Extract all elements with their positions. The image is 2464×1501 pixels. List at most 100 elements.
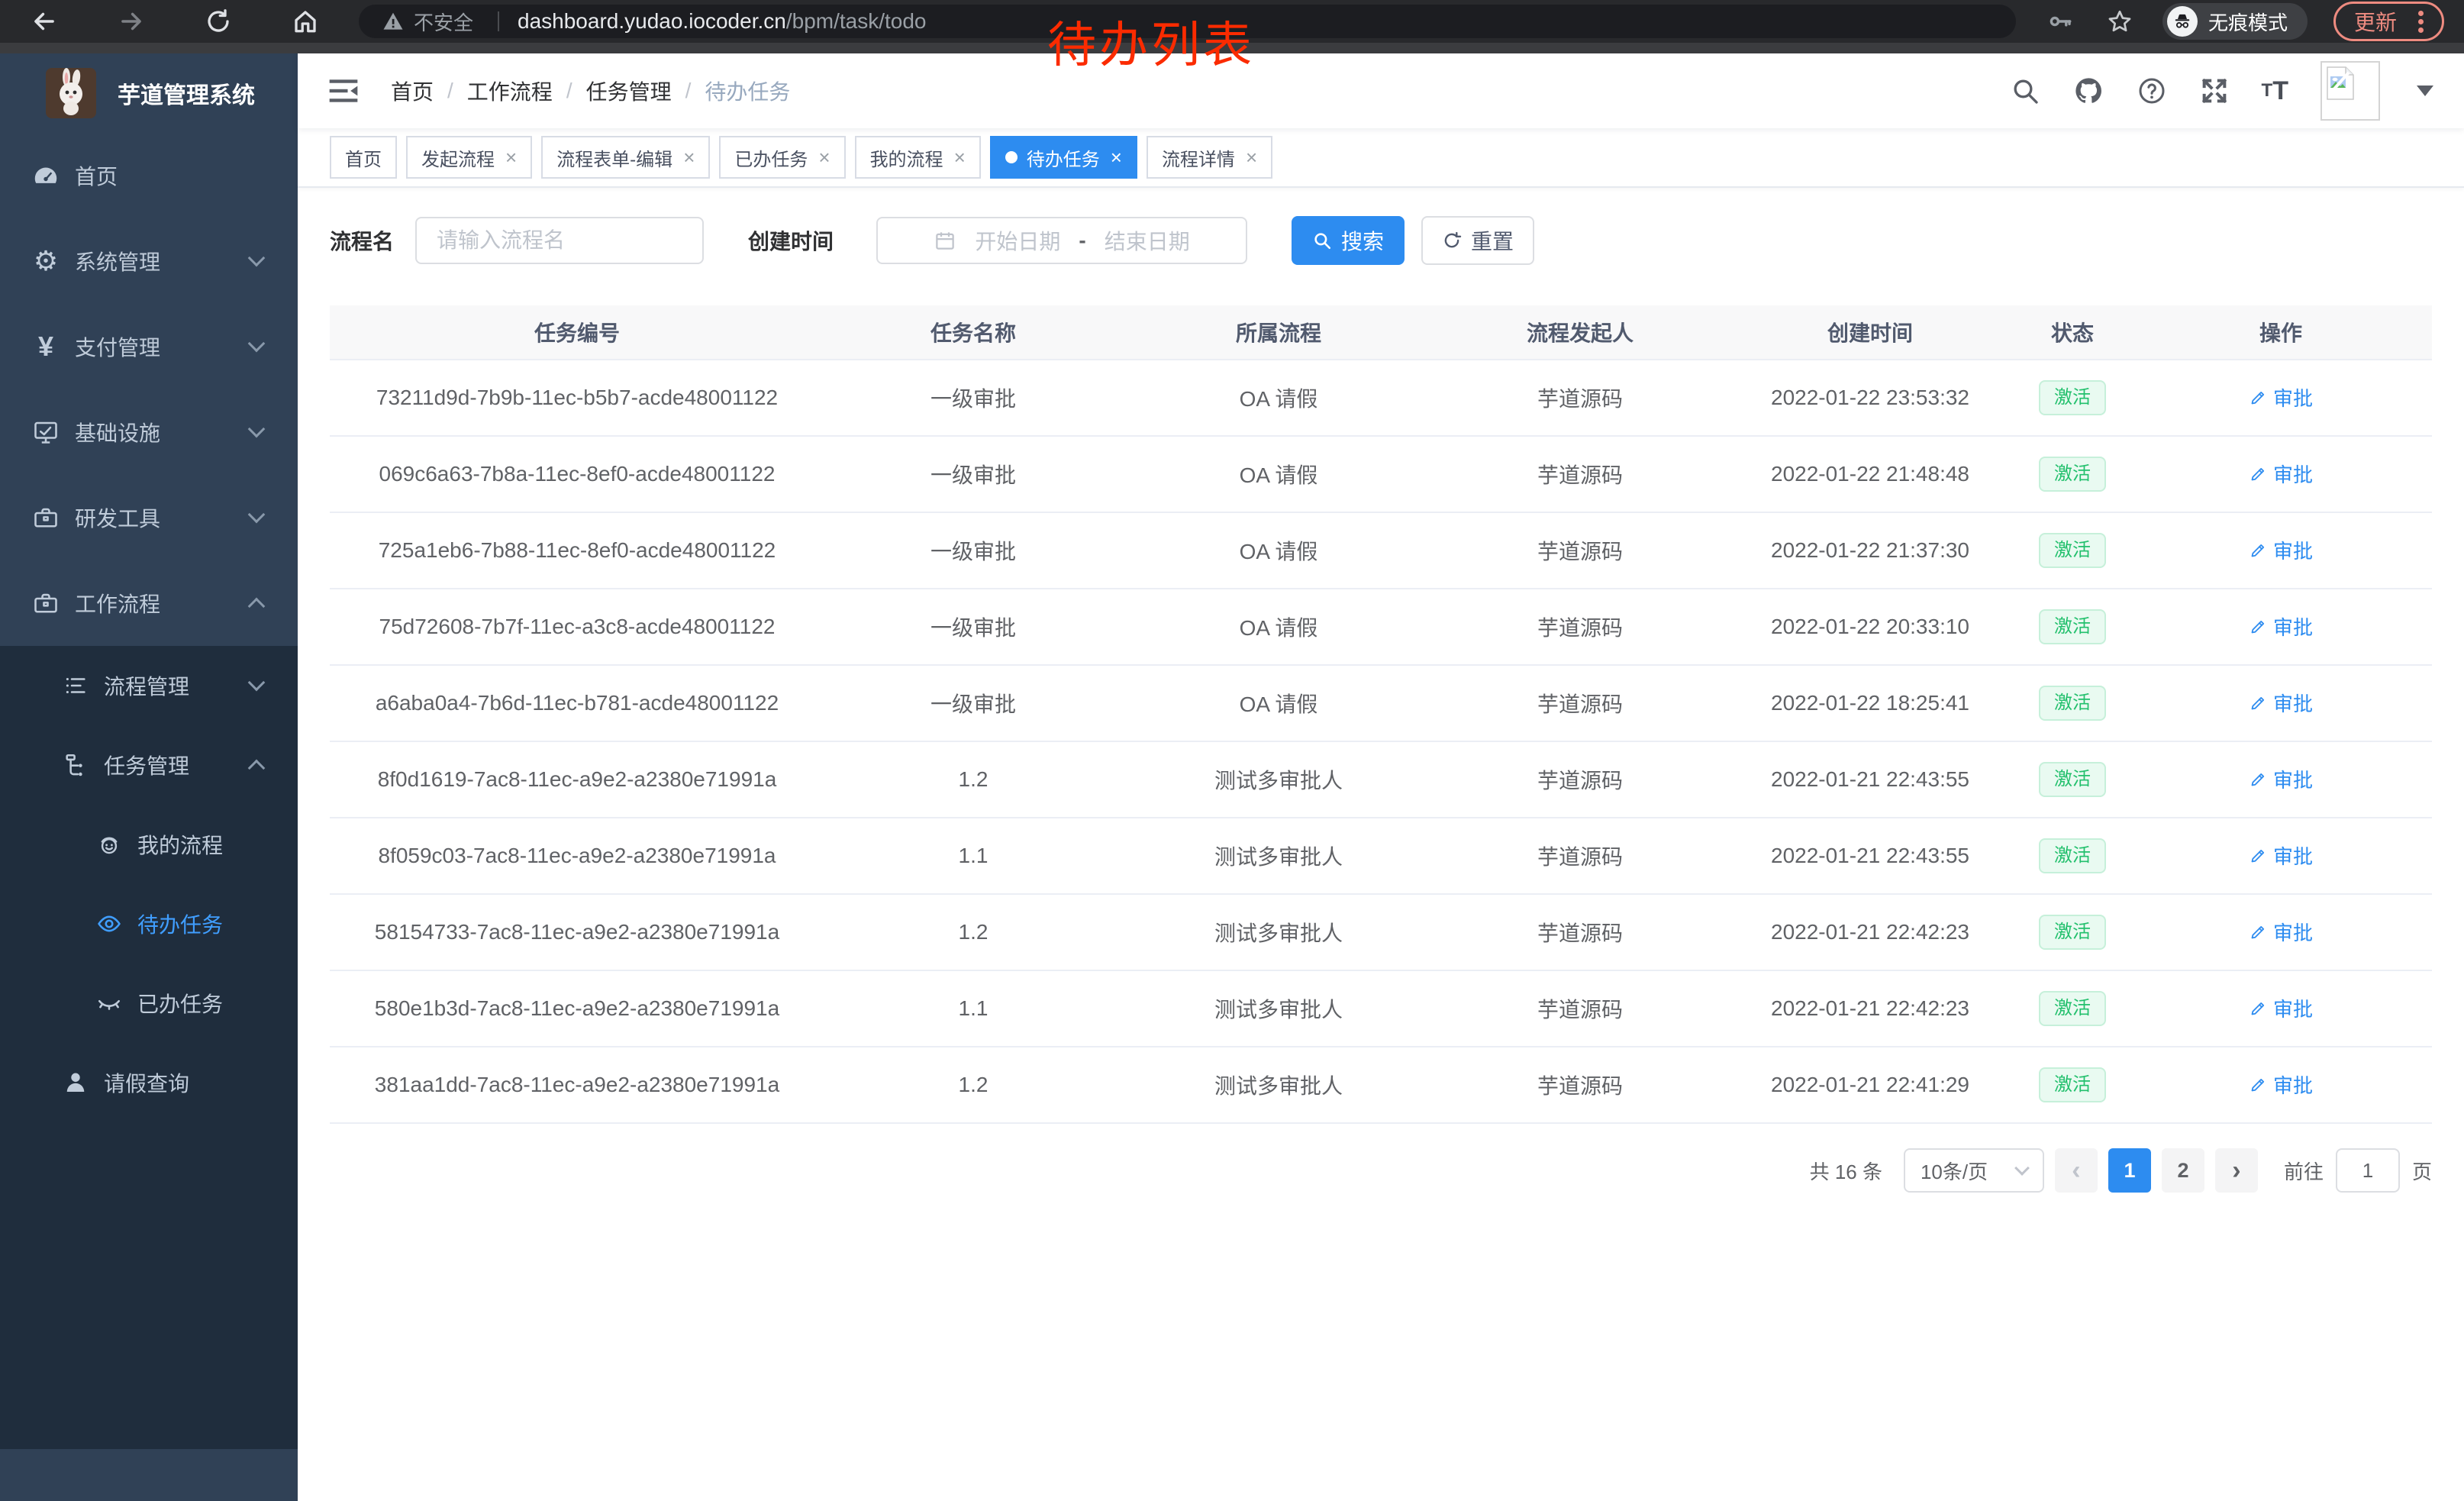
cell-created: 2022-01-22 21:48:48 bbox=[1725, 462, 2015, 486]
close-icon[interactable] bbox=[818, 147, 830, 167]
bookmark-star-icon[interactable] bbox=[2103, 5, 2137, 38]
sidebar-item-process-management[interactable]: 流程管理 bbox=[0, 646, 298, 725]
approve-link[interactable]: 审批 bbox=[2249, 765, 2313, 793]
person-icon bbox=[61, 1069, 90, 1096]
status-badge: 激活 bbox=[2039, 380, 2106, 416]
tab-home[interactable]: 首页 bbox=[330, 136, 397, 179]
update-label: 更新 bbox=[2354, 6, 2397, 37]
home-icon[interactable] bbox=[289, 5, 322, 38]
sidebar-item-home[interactable]: 首页 bbox=[0, 133, 298, 218]
page-size-select[interactable]: 10条/页 bbox=[1904, 1148, 2044, 1193]
close-icon[interactable] bbox=[683, 147, 695, 167]
sidebar-item-payment-management[interactable]: ¥ 支付管理 bbox=[0, 304, 298, 389]
cell-task-name: 1.2 bbox=[824, 1073, 1122, 1097]
close-icon[interactable] bbox=[505, 147, 517, 167]
chevron-down-icon bbox=[248, 674, 266, 692]
approve-link[interactable]: 审批 bbox=[2249, 460, 2313, 488]
app-title: 芋道管理系统 bbox=[118, 76, 255, 110]
approve-link[interactable]: 审批 bbox=[2249, 536, 2313, 564]
reload-icon[interactable] bbox=[202, 5, 235, 38]
breadcrumb-item[interactable]: 首页 bbox=[391, 76, 434, 106]
sidebar: 芋道管理系统 首页 ⚙ 系统管理 ¥ 支付管理 基础设施 bbox=[0, 53, 298, 1501]
robot-icon bbox=[95, 831, 124, 857]
tab-my-process[interactable]: 我的流程 bbox=[855, 136, 981, 179]
search-icon[interactable] bbox=[2010, 76, 2040, 106]
forward-icon[interactable] bbox=[114, 5, 148, 38]
prev-page-button[interactable] bbox=[2055, 1148, 2098, 1193]
status-badge: 激活 bbox=[2039, 838, 2106, 874]
approve-link[interactable]: 审批 bbox=[2249, 841, 2313, 870]
incognito-badge: 无痕模式 bbox=[2162, 3, 2308, 40]
tab-process-detail[interactable]: 流程详情 bbox=[1147, 136, 1272, 179]
sidebar-item-dev-tools[interactable]: 研发工具 bbox=[0, 475, 298, 560]
sidebar-item-system-management[interactable]: ⚙ 系统管理 bbox=[0, 218, 298, 304]
page-button-1[interactable]: 1 bbox=[2108, 1148, 2151, 1193]
process-name-input[interactable] bbox=[415, 217, 704, 264]
sidebar-item-done-tasks[interactable]: 已办任务 bbox=[0, 964, 298, 1043]
sidebar-toggle-icon[interactable] bbox=[327, 74, 360, 108]
help-icon[interactable] bbox=[2137, 76, 2167, 106]
total-count: 共 16 条 bbox=[1810, 1157, 1882, 1185]
goto-page-input[interactable] bbox=[2336, 1148, 2400, 1193]
cell-process: 测试多审批人 bbox=[1122, 764, 1435, 795]
goto-label: 前往 bbox=[2284, 1157, 2324, 1185]
sidebar-item-label: 任务管理 bbox=[104, 750, 189, 780]
back-icon[interactable] bbox=[27, 5, 61, 38]
breadcrumb-item[interactable]: 任务管理 bbox=[586, 76, 672, 106]
close-icon[interactable] bbox=[1111, 147, 1122, 167]
process-name-label: 流程名 bbox=[330, 225, 394, 256]
next-page-button[interactable] bbox=[2215, 1148, 2258, 1193]
cell-created: 2022-01-21 22:42:23 bbox=[1725, 996, 2015, 1021]
cell-initiator: 芋道源码 bbox=[1435, 1070, 1725, 1100]
avatar[interactable] bbox=[2320, 61, 2380, 121]
annotation-overlay: 待办列表 bbox=[1047, 6, 1255, 76]
cell-initiator: 芋道源码 bbox=[1435, 917, 1725, 947]
tab-todo-tasks[interactable]: 待办任务 bbox=[990, 136, 1137, 179]
sidebar-item-workflow[interactable]: 工作流程 bbox=[0, 560, 298, 646]
column-header: 状态 bbox=[2015, 317, 2130, 347]
close-icon[interactable] bbox=[1246, 147, 1257, 167]
avatar-caret-icon[interactable] bbox=[2417, 86, 2433, 96]
sidebar-item-task-management[interactable]: 任务管理 bbox=[0, 725, 298, 805]
end-date-placeholder: 结束日期 bbox=[1105, 225, 1190, 256]
key-icon[interactable] bbox=[2043, 5, 2077, 38]
sidebar-item-leave-query[interactable]: 请假查询 bbox=[0, 1043, 298, 1122]
tab-done-tasks[interactable]: 已办任务 bbox=[719, 136, 845, 179]
table-row: 580e1b3d-7ac8-11ec-a9e2-a2380e71991a 1.1… bbox=[330, 971, 2432, 1047]
search-button[interactable]: 搜索 bbox=[1292, 216, 1405, 265]
sidebar-item-label: 已办任务 bbox=[137, 988, 223, 1018]
approve-link[interactable]: 审批 bbox=[2249, 994, 2313, 1022]
briefcase-icon bbox=[31, 589, 61, 617]
sidebar-item-label: 基础设施 bbox=[75, 417, 160, 447]
app-logo-row[interactable]: 芋道管理系统 bbox=[0, 53, 298, 133]
approve-link[interactable]: 审批 bbox=[2249, 612, 2313, 641]
reset-button[interactable]: 重置 bbox=[1421, 216, 1534, 265]
chevron-down-icon bbox=[248, 421, 266, 438]
approve-link[interactable]: 审批 bbox=[2249, 383, 2313, 412]
sidebar-item-todo-tasks[interactable]: 待办任务 bbox=[0, 884, 298, 964]
table-row: 069c6a63-7b8a-11ec-8ef0-acde48001122 一级审… bbox=[330, 437, 2432, 513]
table-row: 58154733-7ac8-11ec-a9e2-a2380e71991a 1.2… bbox=[330, 895, 2432, 971]
approve-link[interactable]: 审批 bbox=[2249, 689, 2313, 717]
status-badge: 激活 bbox=[2039, 991, 2106, 1027]
kebab-menu-icon[interactable] bbox=[2418, 19, 2424, 24]
sidebar-item-my-process[interactable]: 我的流程 bbox=[0, 805, 298, 884]
approve-link[interactable]: 审批 bbox=[2249, 918, 2313, 946]
breadcrumb-item[interactable]: 工作流程 bbox=[467, 76, 553, 106]
close-icon[interactable] bbox=[954, 147, 966, 167]
github-icon[interactable] bbox=[2072, 75, 2104, 107]
table-row: 725a1eb6-7b88-11ec-8ef0-acde48001122 一级审… bbox=[330, 513, 2432, 589]
page-button-2[interactable]: 2 bbox=[2162, 1148, 2204, 1193]
fullscreen-icon[interactable] bbox=[2199, 76, 2230, 106]
approve-link[interactable]: 审批 bbox=[2249, 1070, 2313, 1099]
update-button[interactable]: 更新 bbox=[2333, 2, 2444, 41]
font-size-icon[interactable]: TT bbox=[2262, 76, 2288, 106]
date-range-picker[interactable]: 开始日期 - 结束日期 bbox=[876, 217, 1247, 264]
browser-actions: 无痕模式 更新 bbox=[2043, 2, 2444, 41]
sidebar-item-infrastructure[interactable]: 基础设施 bbox=[0, 389, 298, 475]
pagination: 共 16 条 10条/页 1 2 前往 页 bbox=[1810, 1148, 2432, 1193]
cell-task-id: 381aa1dd-7ac8-11ec-a9e2-a2380e71991a bbox=[330, 1073, 824, 1097]
tab-process-form-edit[interactable]: 流程表单-编辑 bbox=[541, 136, 710, 179]
column-header: 流程发起人 bbox=[1435, 317, 1725, 347]
tab-initiate-process[interactable]: 发起流程 bbox=[406, 136, 532, 179]
